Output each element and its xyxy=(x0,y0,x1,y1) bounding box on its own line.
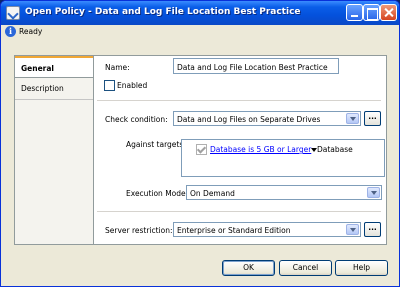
tab-description[interactable]: Description xyxy=(15,78,94,100)
name-value: Data and Log File Location Best Practice xyxy=(177,63,328,72)
enabled-checkbox[interactable] xyxy=(104,80,115,91)
page-selector: General Description xyxy=(14,55,94,245)
minimize-button[interactable] xyxy=(346,4,363,21)
targets-list: Database is 5 GB or Larger Database xyxy=(181,139,385,177)
separator xyxy=(97,100,381,101)
policy-dialog: Open Policy - Data and Log File Location… xyxy=(0,0,400,287)
check-condition-browse-button[interactable]: ... xyxy=(364,111,381,126)
against-targets-label: Against targets: xyxy=(126,140,186,149)
ok-button[interactable]: OK xyxy=(222,260,275,276)
cancel-button[interactable]: Cancel xyxy=(279,260,332,276)
server-restriction-browse-button[interactable]: ... xyxy=(364,222,381,237)
status-text: Ready xyxy=(19,27,43,36)
chevron-down-icon[interactable] xyxy=(346,224,359,235)
name-label: Name: xyxy=(105,63,130,72)
help-button[interactable]: Help xyxy=(335,260,388,276)
target-checkbox[interactable] xyxy=(196,144,207,155)
execution-mode-dropdown[interactable]: On Demand xyxy=(186,185,382,200)
server-restriction-value: Enterprise or Standard Edition xyxy=(177,226,291,235)
execution-mode-label: Execution Mode: xyxy=(126,189,189,198)
tab-description-label: Description xyxy=(21,84,64,93)
tab-general[interactable]: General xyxy=(15,56,94,78)
status-bar: i Ready xyxy=(5,26,395,39)
title-bar[interactable]: Open Policy - Data and Log File Location… xyxy=(1,1,399,25)
chevron-down-icon[interactable] xyxy=(346,113,359,124)
check-condition-label: Check condition: xyxy=(105,115,168,124)
window-title: Open Policy - Data and Log File Location… xyxy=(25,7,301,17)
tab-general-label: General xyxy=(21,64,54,73)
enabled-label: Enabled xyxy=(117,81,148,90)
check-condition-dropdown[interactable]: Data and Log Files on Separate Drives xyxy=(173,111,361,126)
name-field[interactable]: Data and Log File Location Best Practice xyxy=(173,58,339,74)
chevron-down-icon[interactable] xyxy=(367,187,380,198)
target-type: Database xyxy=(317,145,353,154)
info-icon: i xyxy=(5,26,16,37)
execution-mode-value: On Demand xyxy=(190,189,235,198)
separator xyxy=(97,211,381,212)
server-restriction-label: Server restriction: xyxy=(105,226,173,235)
policy-icon xyxy=(6,6,20,20)
maximize-button[interactable] xyxy=(363,4,380,21)
check-condition-value: Data and Log Files on Separate Drives xyxy=(177,115,321,124)
server-restriction-dropdown[interactable]: Enterprise or Standard Edition xyxy=(173,222,361,237)
target-condition-link[interactable]: Database is 5 GB or Larger xyxy=(210,145,311,154)
close-button[interactable] xyxy=(380,4,397,21)
